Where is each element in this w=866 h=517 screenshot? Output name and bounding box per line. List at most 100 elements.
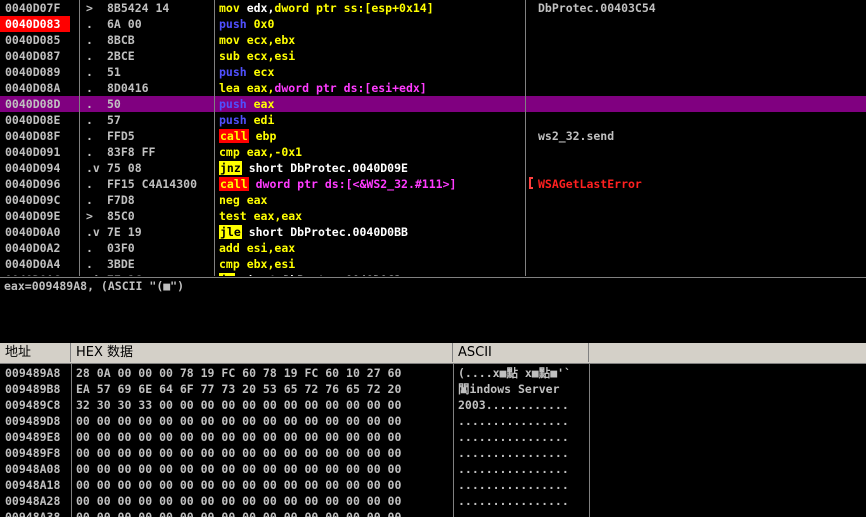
disassembly-row[interactable]: 0040D087. 2BCE sub ecx,esi — [0, 48, 866, 64]
instruction-address: 0040D08F — [5, 129, 61, 143]
disassembly-row[interactable]: 0040D09C. F7D8 neg eax — [0, 192, 866, 208]
dump-row[interactable]: 009489C8 32 30 30 33 00 00 00 00 00 00 00… — [0, 397, 866, 413]
disassembly-row[interactable]: 0040D08A. 8D0416 lea eax,dword ptr ds:[esi… — [0, 80, 866, 96]
asm-token: eax, — [239, 81, 275, 95]
instruction-comment — [538, 48, 858, 64]
instruction-comment — [538, 32, 858, 48]
asm-token: call — [219, 177, 249, 191]
disassembly-row[interactable]: 0040D0A4. 3BDE cmp ebx,esi — [0, 256, 866, 272]
dump-hex-bytes: 00 00 00 00 00 00 00 00 00 00 00 00 00 0… — [76, 494, 402, 508]
instruction-comment — [538, 160, 858, 176]
dump-row[interactable]: 00948A18 00 00 00 00 00 00 00 00 00 00 00… — [0, 477, 866, 493]
asm-token: edx, — [239, 1, 275, 15]
disassembly-row[interactable]: 0040D08D. 50 push eax — [0, 96, 866, 112]
column-divider — [71, 363, 72, 517]
asm-token: push — [219, 17, 247, 31]
asm-token: neg — [219, 193, 240, 207]
jump-marker: .^ — [86, 272, 100, 276]
opcode-hex: 3BDE — [107, 257, 135, 271]
dump-row[interactable]: 00948A38 00 00 00 00 00 00 00 00 00 00 00… — [0, 509, 866, 517]
dump-ascii: 閶indows Server — [458, 382, 560, 396]
asm-token: eax — [246, 97, 275, 111]
opcode-hex: 8D0416 — [107, 81, 149, 95]
asm-token: jnz — [219, 161, 242, 175]
column-header-ascii[interactable]: ASCII — [453, 343, 589, 362]
opcode-hex: 8BCB — [107, 33, 135, 47]
asm-token: 0x0 — [246, 17, 275, 31]
instruction-address: 0040D096 — [5, 177, 61, 191]
dump-row[interactable]: 009489D8 00 00 00 00 00 00 00 00 00 00 00… — [0, 413, 866, 429]
asm-token: jle — [219, 225, 242, 239]
dump-hex-bytes: 00 00 00 00 00 00 00 00 00 00 00 00 00 0… — [76, 462, 402, 476]
asm-token: esi,eax — [239, 241, 296, 255]
disassembly-pane[interactable]: 0040D07F >8B5424 14 mov edx,dword ptr ss:[… — [0, 0, 866, 276]
disassembly-row[interactable]: 0040D096. FF15 C4A14300 call dword ptr ds:… — [0, 176, 866, 192]
dump-row[interactable]: 00948A08 00 00 00 00 00 00 00 00 00 00 00… — [0, 461, 866, 477]
jump-marker: . — [86, 49, 93, 63]
asm-token: eax — [239, 193, 268, 207]
dump-ascii: ................ — [458, 510, 569, 517]
opcode-hex: 2BCE — [107, 49, 135, 63]
jump-marker: . — [86, 65, 93, 79]
disassembly-row[interactable]: 0040D0A6 .^ 7F 1C jg short DbProtec.0040D0C… — [0, 272, 866, 276]
dump-address: 00948A08 — [5, 462, 61, 476]
dump-ascii: 2003............ — [458, 398, 569, 412]
column-divider — [214, 0, 215, 276]
asm-token: ecx,ebx — [239, 33, 296, 47]
disassembly-row[interactable]: 0040D094 .v 75 08 jnz short DbProtec.0040D0… — [0, 160, 866, 176]
instruction-address: 0040D08A — [5, 81, 61, 95]
dump-hex-bytes: 00 00 00 00 00 00 00 00 00 00 00 00 00 0… — [76, 478, 402, 492]
instruction-comment — [538, 112, 858, 128]
instruction-address: 0040D09C — [5, 193, 61, 207]
dump-address: 009489E8 — [5, 430, 61, 444]
disassembly-row[interactable]: 0040D08E. 57 push edi — [0, 112, 866, 128]
dump-address: 00948A28 — [5, 494, 61, 508]
instruction-address: 0040D083 — [0, 16, 70, 32]
dump-address: 009489B8 — [5, 382, 61, 396]
disassembly-row[interactable]: 0040D085. 8BCB mov ecx,ebx — [0, 32, 866, 48]
asm-token: sub — [219, 49, 240, 63]
instruction-comment — [538, 240, 858, 256]
asm-token: short DbProtec.0040D0C2 — [235, 273, 401, 276]
jump-marker: . — [86, 113, 93, 127]
disassembly-row[interactable]: 0040D083. 6A 00 push 0x0 — [0, 16, 866, 32]
column-header-hex[interactable]: HEX 数据 — [71, 343, 453, 362]
assembly-instruction: sub ecx,esi — [219, 48, 521, 64]
disassembly-row[interactable]: 0040D089. 51 push ecx — [0, 64, 866, 80]
assembly-instruction: test eax,eax — [219, 208, 521, 224]
dump-row[interactable]: 009489E8 00 00 00 00 00 00 00 00 00 00 00… — [0, 429, 866, 445]
disassembly-row[interactable]: 0040D0A2. 03F0 add esi,eax — [0, 240, 866, 256]
assembly-instruction: lea eax,dword ptr ds:[esi+edx] — [219, 80, 521, 96]
dump-row[interactable]: 00948A28 00 00 00 00 00 00 00 00 00 00 00… — [0, 493, 866, 509]
instruction-comment — [538, 192, 858, 208]
dump-row[interactable]: 009489B8 EA 57 69 6E 64 6F 77 73 20 53 65… — [0, 381, 866, 397]
dump-hex-bytes: 00 00 00 00 00 00 00 00 00 00 00 00 00 0… — [76, 430, 402, 444]
disassembly-row[interactable]: 0040D09E >85C0 test eax,eax — [0, 208, 866, 224]
dump-address: 009489C8 — [5, 398, 61, 412]
column-divider — [79, 0, 80, 276]
asm-token: short DbProtec.0040D0BB — [241, 225, 408, 239]
memory-dump-pane[interactable]: 地址 HEX 数据 ASCII 009489A8 28 0A 00 00 00 7… — [0, 343, 866, 517]
opcode-hex: 8B5424 14 — [107, 1, 170, 15]
dump-row[interactable]: 009489A8 28 0A 00 00 00 78 19 FC 60 78 19… — [0, 365, 866, 381]
dump-address: 009489A8 — [5, 366, 61, 380]
jump-marker: . — [86, 17, 93, 31]
disassembly-row[interactable]: 0040D08F. FFD5 call ebp ws2_32.send — [0, 128, 866, 144]
instruction-address: 0040D0A0 — [5, 225, 61, 239]
asm-token: ebp — [248, 129, 277, 143]
dump-hex-bytes: 00 00 00 00 00 00 00 00 00 00 00 00 00 0… — [76, 414, 402, 428]
disassembly-row[interactable]: 0040D0A0 .v 7E 19 jle short DbProtec.0040D0… — [0, 224, 866, 240]
column-divider — [525, 0, 526, 276]
dump-ascii: ................ — [458, 478, 569, 492]
column-header-address[interactable]: 地址 — [0, 343, 71, 362]
disassembly-row[interactable]: 0040D091. 83F8 FF cmp eax,-0x1 — [0, 144, 866, 160]
disassembly-row[interactable]: 0040D07F >8B5424 14 mov edx,dword ptr ss:[… — [0, 0, 866, 16]
asm-token: jg — [219, 273, 235, 276]
dump-ascii: ................ — [458, 414, 569, 428]
jump-marker: . — [86, 81, 93, 95]
assembly-instruction: call dword ptr ds:[<&WS2_32.#111>] — [219, 176, 521, 192]
jump-marker: > — [86, 1, 93, 15]
instruction-address: 0040D085 — [5, 33, 61, 47]
assembly-instruction: cmp eax,-0x1 — [219, 144, 521, 160]
dump-row[interactable]: 009489F8 00 00 00 00 00 00 00 00 00 00 00… — [0, 445, 866, 461]
